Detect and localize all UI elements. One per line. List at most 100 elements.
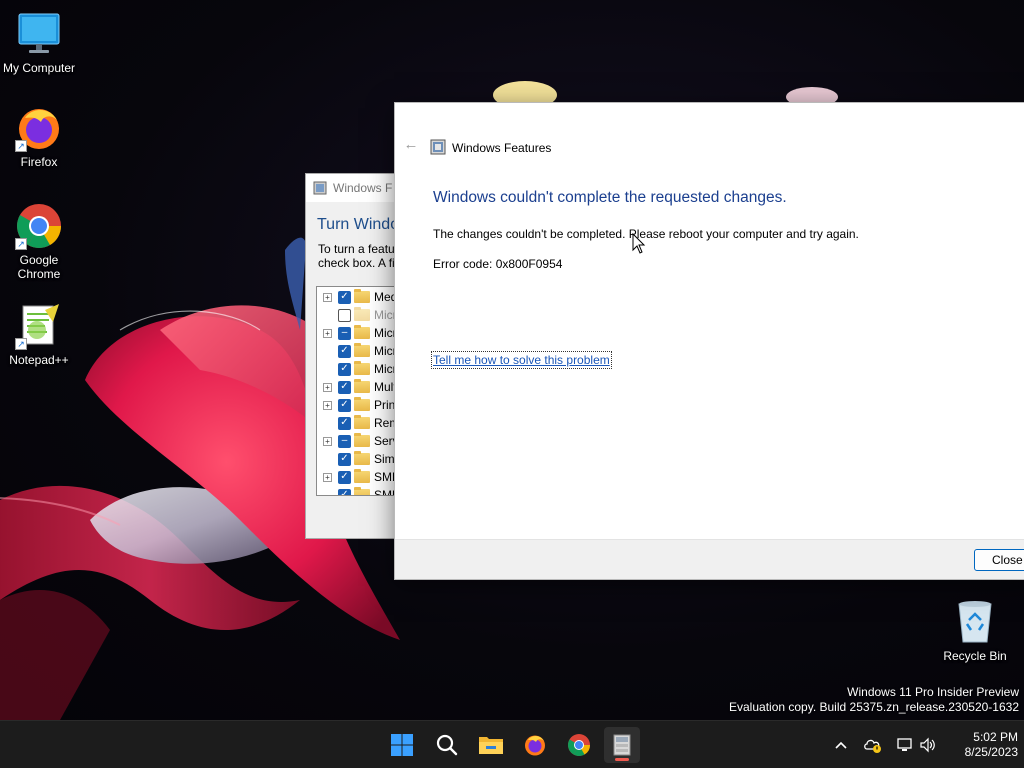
- feature-checkbox[interactable]: ✓: [338, 452, 351, 466]
- error-code: Error code: 0x800F0954: [433, 257, 563, 271]
- folder-icon: [354, 451, 370, 465]
- windows-features-error-dialog[interactable]: ← Windows Features Windows couldn't comp…: [394, 102, 1024, 580]
- desktop-icon-label: Notepad++: [9, 353, 69, 367]
- feature-checkbox[interactable]: [338, 308, 351, 322]
- feature-row[interactable]: + ✓ SMB: [317, 468, 404, 486]
- chevron-up-icon: [835, 741, 847, 749]
- expand-icon[interactable]: +: [323, 400, 332, 410]
- desktop-icon-recycle-bin[interactable]: Recycle Bin: [936, 598, 1014, 663]
- volume-tray[interactable]: [918, 735, 938, 755]
- clock-date: 8/25/2023: [964, 745, 1018, 759]
- chrome-taskbar-button[interactable]: [561, 727, 597, 763]
- folder-icon: [354, 307, 370, 321]
- desktop-icon-firefox[interactable]: ↗ Firefox: [0, 104, 78, 169]
- feature-row[interactable]: + ✓ Print: [317, 396, 404, 414]
- feature-checkbox[interactable]: ✓: [338, 398, 351, 412]
- feature-checkbox[interactable]: ✓: [338, 416, 351, 430]
- watermark-line: Evaluation copy. Build 25375.zn_release.…: [729, 700, 1019, 714]
- feature-checkbox[interactable]: ✓: [338, 290, 351, 304]
- description-line: check box. A fi: [318, 256, 395, 270]
- close-button[interactable]: Close: [974, 549, 1024, 571]
- feature-row[interactable]: ✓ Rem: [317, 414, 404, 432]
- feature-row[interactable]: + – Micr: [317, 324, 404, 342]
- feature-row[interactable]: Micr: [317, 306, 404, 324]
- feature-row[interactable]: + ✓ Mult: [317, 378, 404, 396]
- firefox-taskbar-button[interactable]: [517, 727, 553, 763]
- firefox-icon: ↗: [15, 104, 63, 152]
- windows-features-taskbar-button[interactable]: [604, 727, 640, 763]
- window-heading: Turn Windo: [317, 216, 400, 233]
- windows-features-icon: [313, 181, 327, 195]
- feature-row[interactable]: ✓ Micr: [317, 342, 404, 360]
- feature-row[interactable]: + ✓ Med: [317, 288, 404, 306]
- expand-icon[interactable]: +: [323, 292, 332, 302]
- active-app-indicator: [615, 758, 629, 761]
- feature-checkbox[interactable]: ✓: [338, 344, 351, 358]
- chrome-icon: [568, 734, 590, 756]
- shortcut-arrow-icon: ↗: [15, 140, 27, 152]
- onedrive-warning-tray[interactable]: [863, 735, 883, 755]
- show-hidden-icons-button[interactable]: [831, 735, 851, 755]
- watermark-line: Windows 11 Pro Insider Preview: [847, 685, 1019, 699]
- desktop-icon-google-chrome[interactable]: ↗ Google Chrome: [0, 202, 78, 281]
- firefox-icon: [525, 735, 545, 756]
- window-title: Windows F: [333, 181, 393, 195]
- feature-row[interactable]: ✓ SMB: [317, 486, 404, 495]
- folder-icon: [354, 343, 370, 357]
- feature-row[interactable]: ✓ Micr: [317, 360, 404, 378]
- desktop-icon-notepad-plus-plus[interactable]: ↗ Notepad++: [0, 302, 78, 367]
- network-icon: [897, 738, 912, 751]
- desktop-icon-label: Firefox: [20, 155, 58, 169]
- windows-features-icon: [613, 734, 631, 756]
- feature-checkbox[interactable]: ✓: [338, 470, 351, 484]
- title-bar[interactable]: Windows F: [306, 174, 404, 202]
- feature-checkbox[interactable]: –: [338, 326, 351, 340]
- dialog-footer: Close: [395, 539, 1024, 579]
- desktop-icon-label: Google Chrome: [17, 253, 61, 281]
- windows-features-window-background[interactable]: Windows F Turn Windo To turn a featu che…: [305, 173, 405, 539]
- back-arrow-icon[interactable]: ←: [401, 135, 421, 155]
- shortcut-arrow-icon: ↗: [15, 238, 27, 250]
- desktop-icon-label: Recycle Bin: [943, 649, 1007, 663]
- windows-features-icon: [430, 139, 446, 155]
- folder-icon: [354, 415, 370, 429]
- folder-icon: [354, 469, 370, 483]
- expand-icon[interactable]: +: [323, 472, 332, 482]
- folder-icon: [354, 361, 370, 375]
- start-icon: [391, 734, 413, 756]
- feature-row[interactable]: + – Serv: [317, 432, 404, 450]
- folder-icon: [354, 379, 370, 393]
- mouse-cursor-icon: [632, 233, 646, 254]
- help-link[interactable]: Tell me how to solve this problem: [431, 351, 612, 369]
- file-explorer-icon: [479, 737, 503, 754]
- desktop-icon-my-computer[interactable]: My Computer: [0, 10, 78, 75]
- feature-checkbox[interactable]: ✓: [338, 488, 351, 495]
- recycle-bin-icon: [951, 598, 999, 646]
- feature-checkbox[interactable]: ✓: [338, 380, 351, 394]
- error-heading: Windows couldn't complete the requested …: [433, 189, 787, 206]
- feature-checkbox[interactable]: ✓: [338, 362, 351, 376]
- cloud-warning-icon: [864, 739, 881, 753]
- chrome-icon: ↗: [15, 202, 63, 250]
- description-line: To turn a featu: [318, 242, 395, 256]
- expand-icon[interactable]: +: [323, 382, 332, 392]
- feature-row[interactable]: ✓ Simp: [317, 450, 404, 468]
- taskbar: 5:02 PM 8/25/2023: [0, 720, 1024, 768]
- expand-icon[interactable]: +: [323, 328, 332, 338]
- speaker-icon: [920, 737, 935, 753]
- dialog-title: Windows Features: [452, 141, 552, 155]
- folder-icon: [354, 397, 370, 411]
- folder-icon: [354, 487, 370, 495]
- clock-time: 5:02 PM: [973, 730, 1018, 744]
- network-tray[interactable]: [895, 735, 915, 755]
- feature-checkbox[interactable]: –: [338, 434, 351, 448]
- clock[interactable]: 5:02 PM 8/25/2023: [948, 730, 1018, 760]
- features-tree[interactable]: + ✓ Med Micr + – Micr ✓ Micr ✓ Micr + ✓ Mult + ✓ Print ✓ R…: [316, 286, 404, 496]
- evaluation-watermark: Windows 11 Pro Insider Preview Evaluatio…: [729, 685, 1019, 715]
- folder-icon: [354, 433, 370, 447]
- start-button[interactable]: [384, 727, 420, 763]
- search-button[interactable]: [429, 727, 465, 763]
- desktop-icon-label: My Computer: [2, 61, 76, 75]
- file-explorer-button[interactable]: [473, 727, 509, 763]
- expand-icon[interactable]: +: [323, 436, 332, 446]
